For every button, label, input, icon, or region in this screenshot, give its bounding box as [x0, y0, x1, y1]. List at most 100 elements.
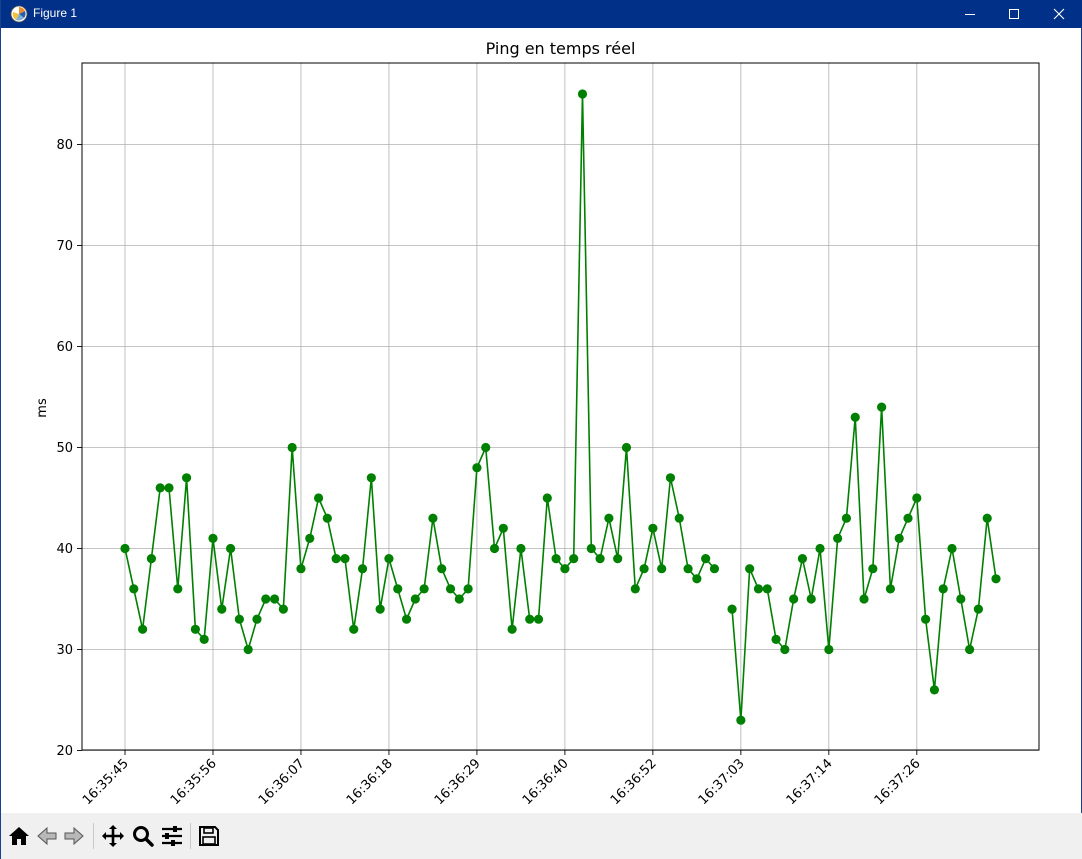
data-point	[472, 463, 482, 473]
y-axis-label: ms	[35, 398, 50, 418]
x-tick-label: 16:36:40	[520, 756, 572, 808]
data-point	[542, 493, 552, 503]
data-point	[956, 594, 966, 604]
data-point	[322, 513, 332, 523]
zoom-icon	[133, 826, 154, 847]
y-tick-label: 60	[56, 340, 73, 355]
data-point	[965, 644, 975, 655]
data-point	[349, 624, 359, 634]
data-point	[604, 513, 614, 523]
data-point	[551, 554, 561, 564]
y-tick-label: 70	[56, 239, 73, 254]
data-point	[762, 584, 772, 594]
x-tick-label: 16:37:14	[784, 756, 836, 808]
x-tick-label: 16:36:29	[432, 756, 484, 808]
data-point	[938, 584, 948, 594]
save-button[interactable]	[195, 822, 223, 850]
data-point	[815, 543, 825, 554]
data-point	[727, 604, 737, 614]
data-point	[736, 715, 746, 725]
data-point	[648, 523, 658, 533]
data-point	[437, 564, 447, 574]
data-point	[912, 493, 922, 503]
configure-icon	[162, 826, 182, 846]
data-point	[692, 574, 702, 584]
data-point	[991, 574, 1001, 584]
data-point	[454, 594, 464, 604]
data-point	[340, 554, 350, 564]
forward-icon	[64, 826, 84, 846]
y-tick-label: 30	[56, 643, 73, 658]
x-tick-label: 16:36:18	[344, 756, 396, 808]
data-point	[621, 442, 632, 453]
data-point	[366, 473, 376, 483]
data-point	[269, 594, 280, 604]
data-point	[613, 554, 623, 564]
y-tick-label: 20	[56, 744, 73, 759]
forward-button[interactable]	[60, 822, 88, 850]
data-point	[709, 564, 720, 574]
back-button[interactable]	[33, 822, 61, 850]
data-point	[701, 554, 711, 564]
data-point	[657, 564, 667, 574]
data-point	[841, 513, 852, 523]
data-point	[181, 473, 192, 483]
home-button[interactable]	[5, 822, 33, 850]
data-point	[560, 564, 570, 574]
data-point	[973, 604, 984, 614]
data-point	[797, 554, 808, 564]
data-point	[375, 604, 385, 614]
data-point	[410, 594, 420, 604]
close-icon	[1053, 8, 1065, 20]
data-point	[481, 442, 491, 453]
data-point	[947, 543, 957, 554]
x-tick-label: 16:37:26	[872, 756, 924, 808]
data-point	[885, 584, 896, 594]
maximize-button[interactable]	[991, 0, 1037, 28]
data-point	[630, 584, 640, 594]
x-tick-label: 16:36:52	[608, 756, 660, 808]
figure-window: Figure 1 20 30 40 50 60 70 80 16:35:45 16:35:56 1…	[0, 0, 1082, 859]
data-point	[173, 584, 183, 594]
matplotlib-logo-icon	[10, 5, 28, 23]
toolbar-separator	[190, 823, 191, 849]
data-point	[921, 614, 931, 624]
data-point	[155, 483, 165, 493]
data-point	[586, 543, 596, 554]
data-point	[445, 584, 456, 594]
minimize-button[interactable]	[947, 0, 993, 28]
chart-canvas[interactable]: 20 30 40 50 60 70 80 16:35:45 16:35:56 16:36:07 16…	[1, 28, 1082, 813]
data-point	[190, 624, 200, 634]
pan-button[interactable]	[99, 822, 127, 850]
x-tick-label: 16:37:03	[696, 756, 748, 808]
data-point	[982, 513, 992, 523]
data-point	[577, 89, 588, 99]
data-point	[771, 634, 781, 645]
data-point	[595, 554, 605, 564]
data-point	[489, 543, 500, 554]
data-point	[129, 584, 139, 594]
data-point	[463, 584, 473, 594]
zoom-button[interactable]	[129, 822, 157, 850]
data-point	[868, 564, 878, 574]
data-point	[331, 554, 341, 564]
data-point	[665, 473, 676, 483]
x-tick-label: 16:35:45	[80, 756, 132, 808]
title-bar[interactable]: Figure 1	[1, 0, 1082, 28]
data-point	[208, 533, 218, 544]
close-button[interactable]	[1036, 0, 1082, 28]
data-point	[525, 614, 535, 624]
data-point	[261, 594, 271, 604]
configure-button[interactable]	[158, 822, 186, 850]
x-tick-label: 16:36:07	[256, 756, 308, 808]
data-point	[850, 412, 860, 422]
data-point	[138, 624, 148, 634]
pan-icon	[102, 825, 124, 847]
maximize-icon	[1009, 9, 1019, 19]
minimize-icon	[965, 14, 975, 15]
data-point	[929, 685, 940, 695]
series-line	[124, 93, 997, 721]
data-point	[877, 402, 887, 412]
y-tick-label: 80	[56, 138, 73, 153]
x-tick-label: 16:35:56	[168, 756, 220, 808]
